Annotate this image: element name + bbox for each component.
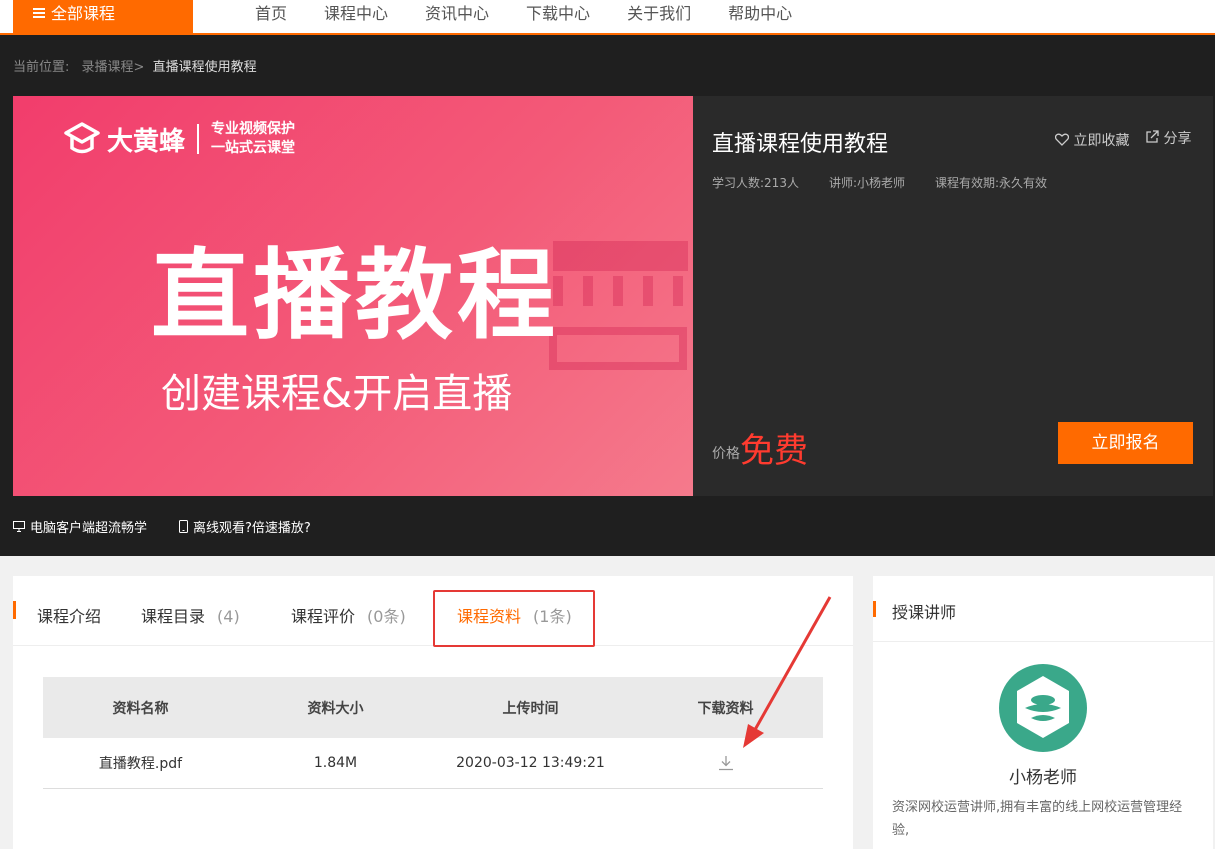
course-title: 直播课程使用教程 bbox=[712, 132, 889, 157]
download-button[interactable] bbox=[628, 751, 823, 775]
monitor-icon bbox=[13, 521, 25, 532]
all-courses-button[interactable]: 全部课程 bbox=[13, 0, 193, 33]
nav-links: 首页 课程中心 资讯中心 下载中心 关于我们 帮助中心 bbox=[255, 0, 829, 28]
brand-divider bbox=[197, 124, 200, 154]
course-meta: 学习人数:213人 讲师:小杨老师 课程有效期:永久有效 bbox=[712, 174, 1077, 191]
nav-link-help[interactable]: 帮助中心 bbox=[728, 0, 792, 28]
instructor-panel: 授课讲师 小杨老师 资深网校运营讲师,拥有丰富的线上网校运营管理经验, bbox=[873, 576, 1213, 849]
material-name: 直播教程.pdf bbox=[98, 756, 183, 772]
section-accent-mark bbox=[873, 601, 876, 617]
course-info-panel: 直播课程使用教程 立即收藏 分享 学习人数:213人 讲师:小杨老师 课程有效期… bbox=[693, 96, 1213, 496]
header-size: 资料大小 bbox=[307, 700, 364, 717]
instructor-header: 授课讲师 bbox=[873, 576, 1213, 642]
teacher-name: 讲师:小杨老师 bbox=[828, 176, 905, 190]
header-time: 上传时间 bbox=[502, 700, 559, 717]
header-name: 资料名称 bbox=[112, 700, 169, 717]
table-row: 直播教程.pdf 1.84M 2020-03-12 13:49:21 bbox=[43, 738, 823, 789]
instructor-name: 小杨老师 bbox=[1009, 768, 1077, 788]
course-detail-panel: 课程介绍 课程目录 (4) 课程评价 (0条) 课程资料 (1条) 资料名称 资料大小… bbox=[13, 576, 853, 849]
course-cover-image: 大黄蜂 专业视频保护 一站式云课堂 直播教程 创建课程&开启直播 bbox=[13, 96, 693, 496]
top-nav: 全部课程 首页 课程中心 资讯中心 下载中心 关于我们 帮助中心 bbox=[0, 0, 1215, 35]
download-icon[interactable] bbox=[717, 755, 735, 771]
nav-link-courses[interactable]: 课程中心 bbox=[324, 0, 388, 28]
enroll-button[interactable]: 立即报名 bbox=[1058, 422, 1193, 464]
desktop-client-tip[interactable]: 电脑客户端超流畅学 bbox=[13, 517, 147, 536]
brand-logo: 大黄蜂 专业视频保护 一站式云课堂 bbox=[63, 120, 295, 158]
price-label: 价格 bbox=[712, 446, 740, 462]
tab-count: (0条) bbox=[367, 607, 406, 626]
offline-viewing-tip[interactable]: 离线观看?倍速播放? bbox=[179, 517, 311, 536]
price-value: 免费 bbox=[740, 431, 808, 471]
nav-link-home[interactable]: 首页 bbox=[255, 0, 287, 28]
instructor-description: 资深网校运营讲师,拥有丰富的线上网校运营管理经验, bbox=[892, 800, 1183, 838]
course-tabs: 课程介绍 课程目录 (4) 课程评价 (0条) 课程资料 (1条) bbox=[13, 576, 853, 647]
tab-accent-mark bbox=[13, 601, 16, 619]
tab-reviews[interactable]: 课程评价 (0条) bbox=[291, 603, 406, 627]
graduation-cap-icon bbox=[64, 122, 100, 154]
student-count: 学习人数:213人 bbox=[712, 176, 799, 190]
tab-catalog[interactable]: 课程目录 (4) bbox=[141, 603, 240, 627]
heart-icon bbox=[1054, 133, 1070, 146]
materials-table: 资料名称 资料大小 上传时间 下载资料 直播教程.pdf 1.84M 2020-… bbox=[43, 677, 823, 789]
header-download: 下载资料 bbox=[697, 700, 754, 717]
course-hero: 当前位置: 录播课程> 直播课程使用教程 大黄蜂 专业视频保护 一站式云课堂 直播… bbox=[0, 35, 1215, 556]
course-validity: 课程有效期:永久有效 bbox=[935, 176, 1048, 190]
tab-intro[interactable]: 课程介绍 bbox=[37, 603, 101, 627]
avatar bbox=[999, 664, 1087, 752]
nav-link-news[interactable]: 资讯中心 bbox=[425, 0, 489, 28]
breadcrumb-separator: > bbox=[133, 60, 145, 75]
phone-icon bbox=[179, 520, 189, 533]
bee-logo-icon bbox=[1017, 676, 1069, 738]
brand-name: 大黄蜂 bbox=[107, 126, 186, 157]
share-icon bbox=[1146, 130, 1159, 143]
material-upload-time: 2020-03-12 13:49:21 bbox=[456, 755, 605, 771]
table-header: 资料名称 资料大小 上传时间 下载资料 bbox=[43, 677, 823, 738]
menu-icon bbox=[33, 6, 45, 20]
share-button[interactable]: 分享 bbox=[1145, 128, 1191, 148]
highlight-box bbox=[433, 590, 595, 647]
store-illustration-icon bbox=[549, 241, 688, 370]
brand-slogan: 专业视频保护 一站式云课堂 bbox=[211, 121, 296, 156]
instructor-section-title: 授课讲师 bbox=[892, 603, 957, 622]
breadcrumb-prefix: 当前位置: bbox=[13, 60, 70, 75]
nav-link-about[interactable]: 关于我们 bbox=[627, 0, 691, 28]
breadcrumb: 当前位置: 录播课程> 直播课程使用教程 bbox=[13, 56, 257, 75]
feature-tips: 电脑客户端超流畅学 离线观看?倍速播放? bbox=[13, 517, 343, 536]
nav-link-downloads[interactable]: 下载中心 bbox=[526, 0, 590, 28]
tab-count: (4) bbox=[217, 607, 240, 626]
banner-title: 直播教程 bbox=[151, 239, 560, 353]
breadcrumb-current: 直播课程使用教程 bbox=[152, 60, 257, 75]
material-size: 1.84M bbox=[313, 755, 358, 771]
favorite-button[interactable]: 立即收藏 bbox=[1054, 130, 1129, 150]
banner-subtitle: 创建课程&开启直播 bbox=[161, 371, 513, 417]
breadcrumb-parent[interactable]: 录播课程 bbox=[82, 60, 134, 75]
